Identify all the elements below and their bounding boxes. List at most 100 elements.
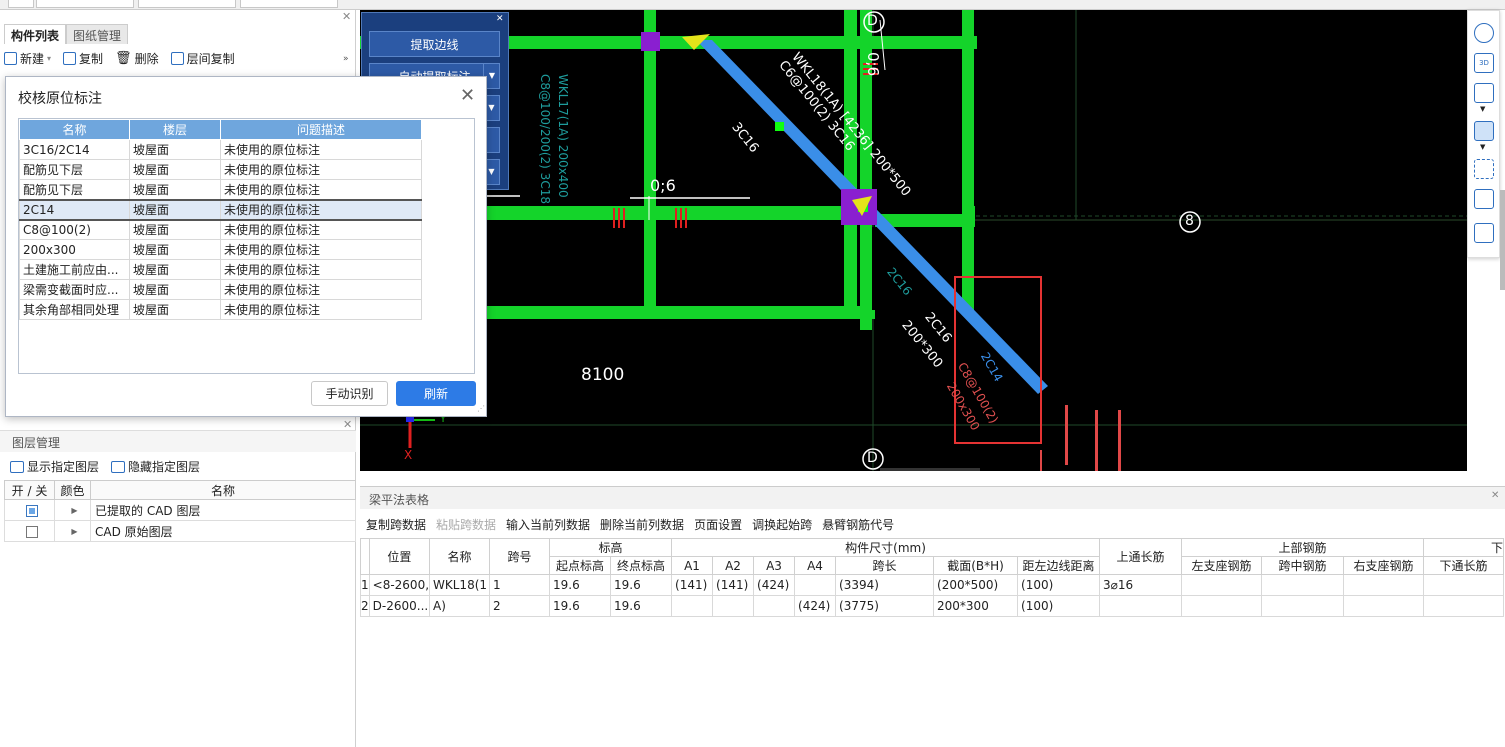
cell-a1[interactable]: (141)	[671, 574, 714, 596]
cell-name[interactable]: 土建施工前应由...	[19, 259, 130, 280]
cell-a3[interactable]	[753, 595, 796, 617]
layer-row[interactable]: ▶ 已提取的 CAD 图层	[4, 499, 356, 521]
cell-name[interactable]: A)	[429, 595, 491, 617]
beam-tool-button-5[interactable]: 调换起始跨	[752, 516, 812, 533]
layer-checkbox[interactable]	[25, 504, 38, 517]
expand-arrow-icon[interactable]: ▶	[54, 520, 91, 542]
solid-cube-icon[interactable]	[1474, 121, 1494, 141]
cell-span[interactable]: 1	[489, 574, 551, 596]
beam-tool-button-3[interactable]: 删除当前列数据	[600, 516, 684, 533]
orbit-icon[interactable]	[1474, 23, 1494, 43]
cell-name[interactable]: 2C14	[19, 198, 130, 221]
floor-copy-button[interactable]: 层间复制	[170, 50, 235, 67]
right-scrollbar[interactable]	[1500, 190, 1505, 290]
cell-end[interactable]: 19.6	[610, 595, 673, 617]
refresh-button[interactable]: 刷新	[396, 381, 476, 406]
panel-close-icon[interactable]: ✕	[342, 10, 351, 23]
top-field-1[interactable]	[36, 0, 134, 8]
tab-drawing-management[interactable]: 图纸管理	[66, 24, 129, 44]
copy-button[interactable]: 复制	[63, 50, 103, 67]
cell-floor[interactable]: 坡屋面	[129, 259, 221, 280]
cell-a4[interactable]	[794, 574, 837, 596]
table-row[interactable]: C8@100(2) 坡屋面 未使用的原位标注	[19, 219, 422, 240]
layer-row[interactable]: ▶ CAD 原始图层	[4, 520, 356, 542]
manual-identify-button[interactable]: 手动识别	[311, 381, 388, 406]
table-row[interactable]: 2C14 坡屋面 未使用的原位标注	[19, 198, 422, 221]
cell-empty[interactable]	[1181, 595, 1263, 617]
cell-empty[interactable]	[1343, 574, 1425, 596]
cell-name[interactable]: 200x300	[19, 239, 130, 260]
beam-tool-button-4[interactable]: 页面设置	[694, 516, 742, 533]
cell-empty[interactable]	[1343, 595, 1425, 617]
table-row[interactable]: 2 D-2600... A) 2 19.6 19.6 (424) (3775) 200*300(…	[360, 595, 1505, 617]
beam-tool-button-0[interactable]: 复制跨数据	[366, 516, 426, 533]
cad-canvas[interactable]: 8100 8 D D 0;6 0;6 WKL18(1A) [4236] 200*…	[360, 10, 1467, 471]
cell-pos[interactable]: <8-2600,	[368, 574, 431, 596]
hide-layer-button[interactable]: 隐藏指定图层	[111, 458, 200, 475]
layer-checkbox-cell[interactable]	[4, 520, 55, 542]
cell-floor[interactable]: 坡屋面	[129, 299, 221, 320]
cell-empty[interactable]	[1181, 574, 1263, 596]
delete-button[interactable]: 🗑 删除	[115, 50, 159, 67]
table-row[interactable]: 梁需变截面时应... 坡屋面 未使用的原位标注	[19, 279, 422, 300]
cell-problem[interactable]: 未使用的原位标注	[220, 159, 422, 180]
cell-len[interactable]: (3394)	[835, 574, 935, 596]
cell-a3[interactable]: (424)	[753, 574, 796, 596]
layer-checkbox[interactable]	[25, 525, 38, 538]
cell-through[interactable]: 3⌀16	[1099, 574, 1183, 596]
top-field-0[interactable]	[8, 0, 34, 8]
table-row[interactable]: 配筋见下层 坡屋面 未使用的原位标注	[19, 159, 422, 180]
fullscreen-icon[interactable]	[1474, 159, 1494, 179]
dialog-close-icon[interactable]: ✕	[460, 85, 475, 106]
beam-panel-close-icon[interactable]: ✕	[1491, 490, 1499, 501]
cell-name[interactable]: WKL18(1	[429, 574, 491, 596]
box-icon[interactable]	[1474, 189, 1494, 209]
col-floor[interactable]: 楼层	[129, 119, 221, 140]
cell-problem[interactable]: 未使用的原位标注	[220, 279, 422, 300]
cell-empty[interactable]	[1423, 574, 1505, 596]
cell-name[interactable]: 3C16/2C14	[19, 139, 130, 160]
cell-name[interactable]: 配筋见下层	[19, 179, 130, 200]
cell-problem[interactable]: 未使用的原位标注	[220, 179, 422, 200]
cell-a4[interactable]: (424)	[794, 595, 837, 617]
cell-a1[interactable]	[671, 595, 714, 617]
cell-end[interactable]: 19.6	[610, 574, 673, 596]
cell-floor[interactable]: 坡屋面	[129, 239, 221, 260]
cell-floor[interactable]: 坡屋面	[129, 179, 221, 200]
cell-span[interactable]: 2	[489, 595, 551, 617]
table-row[interactable]: 其余角部相同处理 坡屋面 未使用的原位标注	[19, 299, 422, 320]
resize-grip-icon[interactable]: ⋰	[477, 404, 485, 413]
cell-name[interactable]: 梁需变截面时应...	[19, 279, 130, 300]
cell-a2[interactable]: (141)	[712, 574, 755, 596]
cell-problem[interactable]: 未使用的原位标注	[220, 299, 422, 320]
cell-start[interactable]: 19.6	[549, 595, 612, 617]
extract-panel-close-icon[interactable]: ✕	[496, 14, 504, 24]
cell-problem[interactable]: 未使用的原位标注	[220, 139, 422, 160]
3d-view-icon[interactable]: 3D	[1474, 53, 1494, 73]
table-row[interactable]: 3C16/2C14 坡屋面 未使用的原位标注	[19, 139, 422, 160]
cell-empty[interactable]	[1423, 595, 1505, 617]
chevron-down-icon[interactable]: ▼	[1480, 143, 1485, 151]
cell-floor[interactable]: 坡屋面	[129, 139, 221, 160]
cell-section[interactable]: 200*300	[933, 595, 1019, 617]
cell-problem[interactable]: 未使用的原位标注	[220, 198, 422, 221]
col-name[interactable]: 名称	[19, 119, 130, 140]
tab-component-list[interactable]: 构件列表	[4, 24, 67, 44]
table-row[interactable]: 配筋见下层 坡屋面 未使用的原位标注	[19, 179, 422, 200]
show-layer-button[interactable]: 显示指定图层	[10, 458, 99, 475]
beam-tool-button-6[interactable]: 悬臂钢筋代号	[822, 516, 894, 533]
cell-section[interactable]: (200*500)	[933, 574, 1019, 596]
cell-name[interactable]: C8@100(2)	[19, 219, 130, 240]
cell-edge[interactable]: (100)	[1017, 574, 1101, 596]
cell-problem[interactable]: 未使用的原位标注	[220, 219, 422, 240]
cell-a2[interactable]	[712, 595, 755, 617]
cube-icon[interactable]	[1474, 83, 1494, 103]
cell-floor[interactable]: 坡屋面	[129, 279, 221, 300]
cell-edge[interactable]: (100)	[1017, 595, 1101, 617]
new-button[interactable]: 新建 ▾	[4, 50, 51, 67]
expand-arrow-icon[interactable]: ▶	[54, 499, 91, 521]
table-row[interactable]: 土建施工前应由... 坡屋面 未使用的原位标注	[19, 259, 422, 280]
cell-empty[interactable]	[1261, 595, 1345, 617]
cell-floor[interactable]: 坡屋面	[129, 159, 221, 180]
cell-problem[interactable]: 未使用的原位标注	[220, 259, 422, 280]
